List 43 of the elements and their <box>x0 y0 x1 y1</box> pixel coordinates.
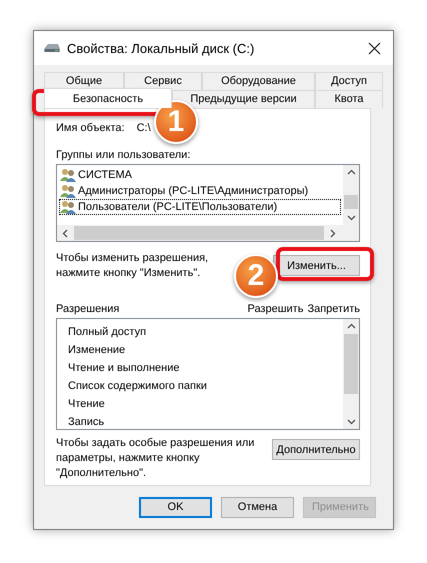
user-list-item[interactable]: Администраторы (PC-LITE\Администраторы) <box>59 183 341 199</box>
chevron-left-icon[interactable] <box>62 228 68 238</box>
permission-name: Изменение <box>68 343 126 358</box>
permission-name: Чтение и выполнение <box>68 361 180 376</box>
users-icon <box>60 200 76 214</box>
users-list[interactable]: СИСТЕМА Администраторы (PC-LITE\Администраторы) Пользователи (PC-LITE\Пользователи) <box>56 164 360 242</box>
horizontal-scrollbar[interactable] <box>57 225 359 241</box>
edit-button[interactable]: Изменить... <box>273 255 360 276</box>
permission-name: Список содержимого папки <box>68 379 208 394</box>
tab[interactable]: Оборудование <box>202 72 315 90</box>
user-list-item[interactable]: СИСТЕМА <box>59 167 341 183</box>
chevron-right-icon[interactable] <box>330 228 336 238</box>
dialog-button[interactable]: Отмена <box>221 496 294 518</box>
permission-name: Чтение <box>68 397 106 412</box>
users-icon <box>60 184 76 198</box>
chevron-up-icon[interactable] <box>346 323 356 329</box>
window-title: Свойства: Локальный диск (C:) <box>67 40 256 56</box>
tab[interactable]: Предыдущие версии <box>172 90 315 108</box>
tab[interactable]: Сервис <box>124 72 202 90</box>
users-icon <box>60 168 76 182</box>
object-name-label: Имя объекта: <box>56 122 125 134</box>
groups-label: Группы или пользователи: <box>56 149 192 161</box>
chevron-up-icon[interactable] <box>346 169 356 175</box>
tab[interactable]: Доступ <box>315 72 383 90</box>
drive-icon <box>43 42 61 54</box>
advanced-button[interactable]: Дополнительно <box>272 439 360 460</box>
user-list-item[interactable]: Пользователи (PC-LITE\Пользователи) <box>59 199 341 215</box>
object-name-value: C:\ <box>136 122 151 134</box>
advanced-hint: Чтобы задать особые разрешения или параметры, нажмите кнопку "Дополнительно". <box>56 436 254 481</box>
permission-name: Запись <box>68 415 106 430</box>
column-header: Запретить <box>307 303 360 315</box>
close-icon[interactable] <box>368 42 381 54</box>
permission-name: Полный доступ <box>68 325 148 340</box>
column-header: Разрешить <box>247 303 304 315</box>
change-hint: Чтобы изменить разрешения, нажмите кнопку "Изменить". <box>56 251 208 281</box>
tab[interactable]: Безопасность <box>44 88 172 108</box>
tab[interactable]: Квота <box>315 90 383 108</box>
vertical-scrollbar[interactable] <box>343 319 359 429</box>
chevron-down-icon[interactable] <box>346 419 356 425</box>
chevron-down-icon[interactable] <box>346 215 356 221</box>
vertical-scrollbar[interactable] <box>343 165 359 225</box>
dialog-button[interactable]: OK <box>139 496 212 518</box>
permissions-label: Разрешения <box>56 303 120 315</box>
